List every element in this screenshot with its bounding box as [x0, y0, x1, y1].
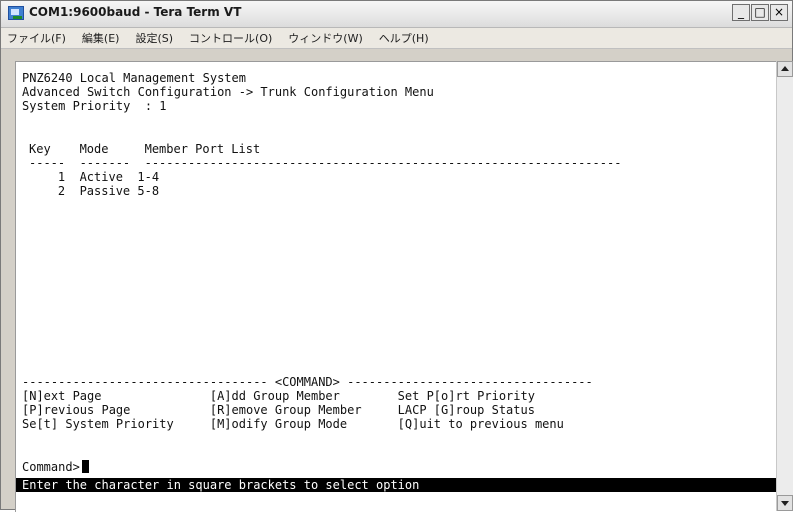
menu-settings[interactable]: 設定(S)	[127, 30, 181, 46]
table-header: Key Mode Member Port List	[29, 142, 261, 156]
scroll-up-arrow-icon[interactable]	[777, 61, 793, 77]
menu-file[interactable]: ファイル(F)	[1, 30, 74, 46]
scroll-down-arrow-icon[interactable]	[777, 495, 793, 511]
tera-term-app-icon[interactable]	[8, 6, 24, 20]
title-bar[interactable]: COM1:9600baud - Tera Term VT _ □ ×	[1, 1, 792, 28]
menu-bar: ファイル(F) 編集(E) 設定(S) コントロール(O) ウィンドウ(W) ヘ…	[1, 28, 792, 49]
table-separator: ----- ------- --------------------------…	[29, 156, 622, 170]
table-row: 1 Active 1-4	[29, 170, 160, 184]
prompt-label: Command>	[22, 460, 80, 474]
text-cursor	[81, 460, 89, 473]
command-prompt[interactable]: Command>	[22, 460, 89, 474]
tera-term-window: COM1:9600baud - Tera Term VT _ □ × ファイル(…	[0, 0, 793, 512]
menu-control[interactable]: コントロール(O)	[181, 30, 280, 46]
command-divider: ---------------------------------- <COMM…	[22, 375, 593, 389]
window-controls: _ □ ×	[731, 4, 788, 23]
close-button[interactable]: ×	[770, 4, 788, 21]
terminal-screen[interactable]: PNZ6240 Local Management System Advanced…	[15, 61, 777, 512]
window-title: COM1:9600baud - Tera Term VT	[29, 5, 242, 19]
status-bar: Enter the character in square brackets t…	[16, 478, 777, 492]
menu-edit[interactable]: 編集(E)	[74, 30, 128, 46]
table-row: 2 Passive 5-8	[29, 184, 160, 198]
menu-help[interactable]: ヘルプ(H)	[371, 30, 437, 46]
maximize-button[interactable]: □	[751, 4, 769, 21]
system-priority-line: System Priority : 1	[22, 99, 167, 113]
command-list-row: [N]ext Page [A]dd Group Member Set P[o]r…	[22, 389, 535, 403]
minimize-button[interactable]: _	[732, 4, 750, 21]
status-message: Enter the character in square brackets t…	[22, 478, 420, 492]
menu-path-line: Advanced Switch Configuration -> Trunk C…	[22, 85, 434, 99]
command-list-row: Se[t] System Priority [M]odify Group Mod…	[22, 417, 564, 431]
system-name-line: PNZ6240 Local Management System	[22, 71, 246, 85]
command-list-row: [P]revious Page [R]emove Group Member LA…	[22, 403, 535, 417]
vertical-scrollbar[interactable]	[776, 61, 793, 511]
menu-window[interactable]: ウィンドウ(W)	[280, 30, 370, 46]
